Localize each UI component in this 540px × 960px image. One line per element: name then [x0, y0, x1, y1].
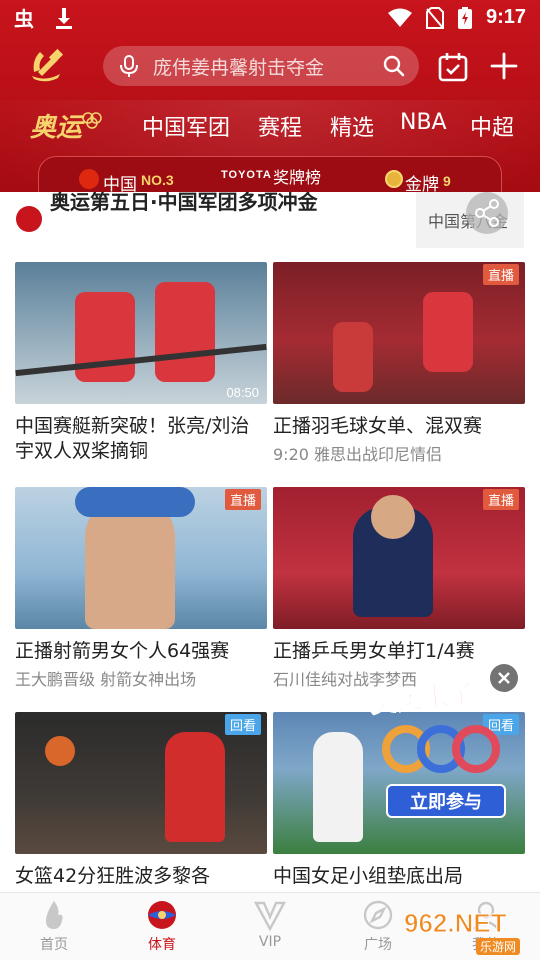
olympic-logo[interactable]: 奥运 — [30, 106, 104, 146]
athlete-figure — [333, 322, 373, 392]
live-badge: 直播 — [482, 264, 519, 285]
live-badge: 直播 — [224, 489, 261, 510]
tab-schedule[interactable]: 赛程 — [258, 110, 302, 142]
video-thumbnail-archery[interactable]: 直播 — [15, 487, 267, 629]
clock: 9:17 — [485, 6, 526, 28]
card-title[interactable]: 正播射箭男女个人64强赛 — [15, 639, 267, 664]
svg-text:奥运: 奥运 — [30, 113, 85, 143]
video-thumbnail-table-tennis[interactable]: 直播 — [273, 487, 525, 629]
tab-china-team[interactable]: 中国军团 — [142, 110, 230, 142]
plus-icon[interactable] — [490, 52, 518, 80]
video-card[interactable]: 直播 正播乒乓男女单打1/4赛 石川佳纯对战李梦西 — [273, 487, 525, 690]
nav-label: 体育 — [148, 937, 176, 953]
medal-table-bar[interactable]: 中国 NO.3 TOYOTA 奖牌榜 金牌 9 — [38, 156, 502, 192]
card-title[interactable]: 正播羽毛球女单、混双赛 — [273, 414, 525, 439]
video-card[interactable]: 直播 正播羽毛球女单、混双赛 9:20 雅思出战印尼情侣 — [273, 262, 525, 465]
video-duration: 08:50 — [226, 385, 259, 400]
athlete-figure — [423, 292, 473, 372]
video-thumbnail-basketball[interactable]: 回看 — [15, 712, 267, 854]
china-flag-icon — [79, 169, 99, 189]
headline-title[interactable]: 奥运第五日·中国军团多项冲金 — [50, 192, 318, 215]
nav-label: VIP — [258, 934, 282, 950]
nav-vip[interactable]: VIP — [216, 893, 324, 960]
join-now-button[interactable]: 立即参与 — [386, 784, 506, 818]
app-header: 虫 9:17 庞伟姜冉馨射击夺金 奥运 中国军团 赛程 精选 NBA 中超 中国… — [0, 0, 540, 192]
card-title[interactable]: 中国赛艇新突破！张亮/刘治宇双人双桨摘铜 — [15, 414, 267, 464]
gold-count: 9 — [443, 173, 451, 189]
card-subtitle: 9:20 雅思出战印尼情侣 — [273, 445, 443, 464]
card-title[interactable]: 正播乒乓男女单打1/4赛 — [273, 639, 525, 664]
nav-sports[interactable]: 体育 — [108, 893, 216, 960]
ball-icon — [148, 901, 176, 929]
battery-icon — [457, 6, 472, 29]
live-badge: 直播 — [482, 489, 519, 510]
download-icon — [56, 8, 72, 29]
gold-medal-icon — [385, 170, 403, 188]
medal-table-title[interactable]: 奖牌榜 — [273, 164, 321, 188]
search-bar[interactable]: 庞伟姜冉馨射击夺金 — [103, 46, 419, 86]
search-placeholder[interactable]: 庞伟姜冉馨射击夺金 — [153, 53, 324, 80]
athlete-figure — [165, 732, 225, 842]
tab-csl[interactable]: 中超 — [470, 110, 514, 142]
vip-icon — [254, 901, 286, 931]
headline-row[interactable]: 奥运第五日·中国军团多项冲金 中国第八金 — [0, 192, 540, 248]
card-subtitle: 王大鹏晋级 射箭女神出场 — [15, 670, 197, 689]
athlete-figure — [155, 282, 215, 382]
calendar-icon[interactable] — [438, 52, 468, 82]
oar — [15, 343, 267, 377]
compass-icon — [363, 900, 393, 930]
video-card[interactable]: 08:50 中国赛艇新突破！张亮/刘治宇双人双桨摘铜 — [15, 262, 267, 464]
hat-shape — [75, 487, 195, 517]
app-notification-icon: 虫 — [14, 7, 34, 30]
olympic-rings-graphic — [382, 725, 500, 773]
basketball-shape — [45, 736, 75, 766]
medal-rank: NO.3 — [141, 172, 174, 188]
thumbs-up-icon — [16, 206, 42, 232]
video-card[interactable]: 直播 正播射箭男女个人64强赛 王大鹏晋级 射箭女神出场 — [15, 487, 267, 690]
search-icon[interactable] — [383, 55, 405, 77]
no-sim-icon — [425, 6, 444, 29]
site-watermark: 962.NET 乐游网 — [400, 906, 540, 956]
athlete-head — [371, 495, 415, 539]
share-icon[interactable] — [466, 192, 508, 234]
tab-featured[interactable]: 精选 — [330, 110, 374, 142]
video-thumbnail-rowing[interactable]: 08:50 — [15, 262, 267, 404]
medal-country: 中国 — [103, 175, 137, 192]
card-title[interactable]: 中国女足小组垫底出局 — [273, 864, 525, 889]
watermark-text: 962.NET — [404, 908, 508, 939]
card-title[interactable]: 女篮42分狂胜波多黎各 — [15, 864, 267, 889]
status-bar: 虫 9:17 — [0, 0, 540, 38]
gold-label: 金牌 — [405, 175, 439, 192]
tab-nba[interactable]: NBA — [400, 110, 447, 135]
video-card[interactable]: 回看 女篮42分狂胜波多黎各 — [15, 712, 267, 889]
close-icon[interactable] — [490, 664, 518, 692]
party-emblem-icon[interactable] — [28, 46, 64, 82]
olympic-promo-banner[interactable]: 奥运来了 立即参与 — [356, 664, 524, 830]
watermark-subtext: 乐游网 — [476, 938, 521, 955]
nav-home[interactable]: 首页 — [0, 893, 108, 960]
microphone-icon[interactable] — [117, 54, 141, 78]
svg-text:虫: 虫 — [14, 7, 34, 30]
video-thumbnail-badminton[interactable]: 直播 — [273, 262, 525, 404]
flame-icon — [46, 901, 63, 929]
nav-label: 首页 — [40, 937, 68, 953]
sponsor-logo: TOYOTA — [221, 169, 272, 181]
replay-badge: 回看 — [224, 714, 261, 735]
wifi-icon — [387, 8, 412, 27]
